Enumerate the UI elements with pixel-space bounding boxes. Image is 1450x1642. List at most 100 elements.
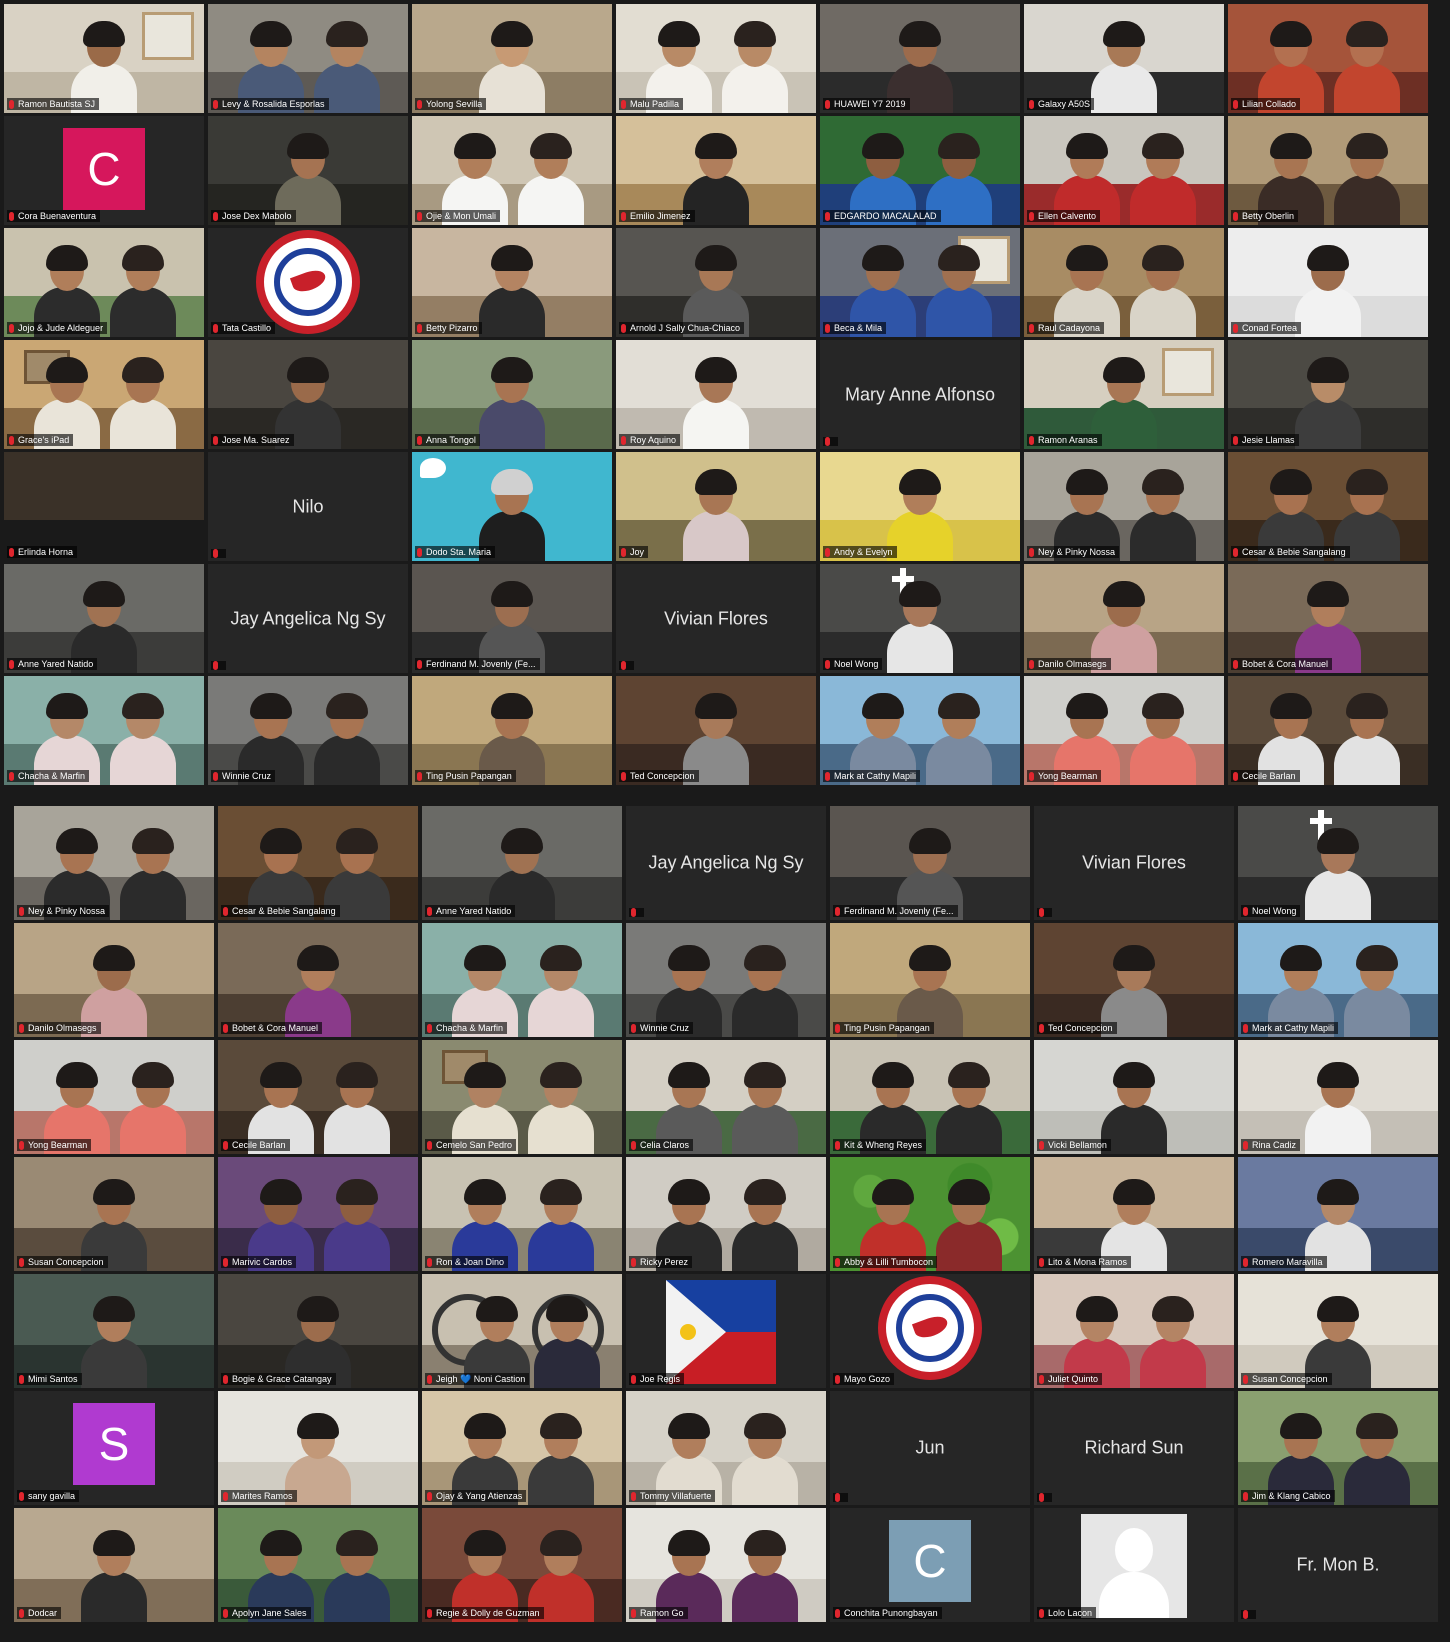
participant-tile[interactable]: Abby & Lilli Tumbocon bbox=[830, 1157, 1030, 1271]
participant-tile[interactable]: Jeigh 💙 Noni Castion bbox=[422, 1274, 622, 1388]
participant-tile[interactable]: Ferdinand M. Jovenly (Fe... bbox=[412, 564, 612, 673]
participant-tile[interactable]: Ted Concepcion bbox=[1034, 923, 1234, 1037]
participant-tile[interactable]: Andy & Evelyn bbox=[820, 452, 1020, 561]
participant-tile[interactable]: Mark at Cathy Mapili bbox=[1238, 923, 1438, 1037]
participant-tile-active-speaker[interactable]: Yong Bearman bbox=[14, 1040, 214, 1154]
participant-tile[interactable]: Arnold J Sally Chua-Chiaco bbox=[616, 228, 816, 337]
participant-tile[interactable]: Celia Claros bbox=[626, 1040, 826, 1154]
participant-tile[interactable]: Galaxy A50S bbox=[1024, 4, 1224, 113]
participant-tile[interactable]: Susan Concepcion bbox=[1238, 1274, 1438, 1388]
participant-tile[interactable]: Jim & Klang Cabico bbox=[1238, 1391, 1438, 1505]
participant-tile[interactable]: Danilo Olmasegs bbox=[1024, 564, 1224, 673]
participant-tile[interactable]: Ramon Bautista SJ bbox=[4, 4, 204, 113]
participant-tile[interactable]: Juliet Quinto bbox=[1034, 1274, 1234, 1388]
participant-tile[interactable]: Anne Yared Natido bbox=[4, 564, 204, 673]
participant-tile[interactable]: Cesar & Bebie Sangalang bbox=[1228, 452, 1428, 561]
participant-tile[interactable]: Winnie Cruz bbox=[208, 676, 408, 785]
participant-tile[interactable]: Cemelo San Pedro bbox=[422, 1040, 622, 1154]
participant-tile[interactable]: Richard Sun bbox=[1034, 1391, 1234, 1505]
participant-tile[interactable]: Roy Aquino bbox=[616, 340, 816, 449]
participant-tile[interactable]: Tata Castillo bbox=[208, 228, 408, 337]
participant-tile[interactable]: Vivian Flores bbox=[616, 564, 816, 673]
participant-tile[interactable]: EDGARDO MACALALAD bbox=[820, 116, 1020, 225]
participant-tile[interactable]: Joy bbox=[616, 452, 816, 561]
participant-tile[interactable]: Malu Padilla bbox=[616, 4, 816, 113]
participant-tile[interactable]: Cesar & Bebie Sangalang bbox=[218, 806, 418, 920]
participant-tile[interactable]: Kit & Wheng Reyes bbox=[830, 1040, 1030, 1154]
participant-tile[interactable]: Grace's iPad bbox=[4, 340, 204, 449]
participant-tile[interactable]: Conad Fortea bbox=[1228, 228, 1428, 337]
video-feed bbox=[14, 1157, 214, 1271]
participant-tile[interactable]: Susan Concepcion bbox=[14, 1157, 214, 1271]
participant-tile[interactable]: Ron & Joan Dino bbox=[422, 1157, 622, 1271]
participant-tile[interactable]: Noel Wong bbox=[1238, 806, 1438, 920]
participant-figure bbox=[322, 1054, 392, 1154]
participant-tile[interactable]: Nilo bbox=[208, 452, 408, 561]
participant-tile[interactable]: Jay Angelica Ng Sy bbox=[208, 564, 408, 673]
participant-tile[interactable]: Ellen Calvento bbox=[1024, 116, 1224, 225]
participant-tile[interactable]: Tommy Villafuerte bbox=[626, 1391, 826, 1505]
participant-tile[interactable]: Jun bbox=[830, 1391, 1030, 1505]
participant-tile[interactable]: Joe Regis bbox=[626, 1274, 826, 1388]
participant-tile[interactable]: Rina Cadiz bbox=[1238, 1040, 1438, 1154]
participant-tile[interactable]: Ojay & Yang Atienzas bbox=[422, 1391, 622, 1505]
participant-tile[interactable]: Ricky Perez bbox=[626, 1157, 826, 1271]
participant-tile[interactable]: Mimi Santos bbox=[14, 1274, 214, 1388]
participant-tile[interactable]: Ting Pusin Papangan bbox=[412, 676, 612, 785]
participant-tile[interactable]: C Conchita Punongbayan bbox=[830, 1508, 1030, 1622]
participant-tile[interactable]: Chacha & Marfin bbox=[4, 676, 204, 785]
participant-tile[interactable]: Bogie & Grace Catangay bbox=[218, 1274, 418, 1388]
participant-tile[interactable]: Cecile Barlan bbox=[218, 1040, 418, 1154]
participant-tile[interactable]: Erlinda Horna bbox=[4, 452, 204, 561]
participant-tile[interactable]: Ting Pusin Papangan bbox=[830, 923, 1030, 1037]
participant-tile[interactable]: Raul Cadayona bbox=[1024, 228, 1224, 337]
participant-tile[interactable]: Apolyn Jane Sales bbox=[218, 1508, 418, 1622]
participant-tile[interactable]: Ney & Pinky Nossa bbox=[1024, 452, 1224, 561]
participant-tile[interactable]: Vivian Flores bbox=[1034, 806, 1234, 920]
participant-tile[interactable]: Bobet & Cora Manuel bbox=[218, 923, 418, 1037]
participant-tile[interactable]: Levy & Rosalida Esporlas bbox=[208, 4, 408, 113]
participant-tile[interactable]: Ted Concepcion bbox=[616, 676, 816, 785]
participant-tile[interactable]: Dodo Sta. Maria bbox=[412, 452, 612, 561]
participant-tile[interactable]: Noel Wong bbox=[820, 564, 1020, 673]
participant-tile-active-speaker[interactable]: Yong Bearman bbox=[1024, 676, 1224, 785]
participant-tile[interactable]: Ramon Go bbox=[626, 1508, 826, 1622]
participant-tile[interactable]: Jesie Llamas bbox=[1228, 340, 1428, 449]
participant-tile[interactable]: Chacha & Marfin bbox=[422, 923, 622, 1037]
participant-tile[interactable]: Anne Yared Natido bbox=[422, 806, 622, 920]
participant-tile[interactable]: Betty Oberlin bbox=[1228, 116, 1428, 225]
participant-tile[interactable]: Lito & Mona Ramos bbox=[1034, 1157, 1234, 1271]
participant-tile[interactable]: Yolong Sevilla bbox=[412, 4, 612, 113]
participant-tile[interactable]: Marites Ramos bbox=[218, 1391, 418, 1505]
participant-tile[interactable]: Romero Maravilla bbox=[1238, 1157, 1438, 1271]
participant-tile[interactable]: Danilo Olmasegs bbox=[14, 923, 214, 1037]
participant-tile[interactable]: Winnie Cruz bbox=[626, 923, 826, 1037]
participant-tile[interactable]: Lolo Lacon bbox=[1034, 1508, 1234, 1622]
participant-tile[interactable]: Emilio Jimenez bbox=[616, 116, 816, 225]
participant-tile[interactable]: Jose Ma. Suarez bbox=[208, 340, 408, 449]
participant-tile[interactable]: Ferdinand M. Jovenly (Fe... bbox=[830, 806, 1030, 920]
participant-tile[interactable]: Jose Dex Mabolo bbox=[208, 116, 408, 225]
participant-tile[interactable]: C Cora Buenaventura bbox=[4, 116, 204, 225]
participant-tile[interactable]: Ssany gavilla bbox=[14, 1391, 214, 1505]
participant-tile[interactable]: Ojie & Mon Umali bbox=[412, 116, 612, 225]
participant-tile[interactable]: Lilian Collado bbox=[1228, 4, 1428, 113]
participant-tile[interactable]: Cecile Barlan bbox=[1228, 676, 1428, 785]
participant-tile[interactable]: Marivic Cardos bbox=[218, 1157, 418, 1271]
participant-tile[interactable]: Betty Pizarro bbox=[412, 228, 612, 337]
participant-tile[interactable]: Ney & Pinky Nossa bbox=[14, 806, 214, 920]
participant-tile[interactable]: Jay Angelica Ng Sy bbox=[626, 806, 826, 920]
participant-tile[interactable]: Anna Tongol bbox=[412, 340, 612, 449]
participant-tile[interactable]: Fr. Mon B. bbox=[1238, 1508, 1438, 1622]
participant-tile[interactable]: Mark at Cathy Mapili bbox=[820, 676, 1020, 785]
participant-tile[interactable]: Mayo Gozo bbox=[830, 1274, 1030, 1388]
participant-tile[interactable]: Mary Anne Alfonso bbox=[820, 340, 1020, 449]
participant-tile[interactable]: Vicki Bellamon bbox=[1034, 1040, 1234, 1154]
participant-tile[interactable]: HUAWEI Y7 2019 bbox=[820, 4, 1020, 113]
participant-tile[interactable]: Dodcar bbox=[14, 1508, 214, 1622]
participant-tile[interactable]: Beca & Mila bbox=[820, 228, 1020, 337]
participant-tile[interactable]: Regie & Dolly de Guzman bbox=[422, 1508, 622, 1622]
participant-tile[interactable]: Ramon Aranas bbox=[1024, 340, 1224, 449]
participant-tile[interactable]: Jojo & Jude Aldeguer bbox=[4, 228, 204, 337]
participant-tile[interactable]: Bobet & Cora Manuel bbox=[1228, 564, 1428, 673]
